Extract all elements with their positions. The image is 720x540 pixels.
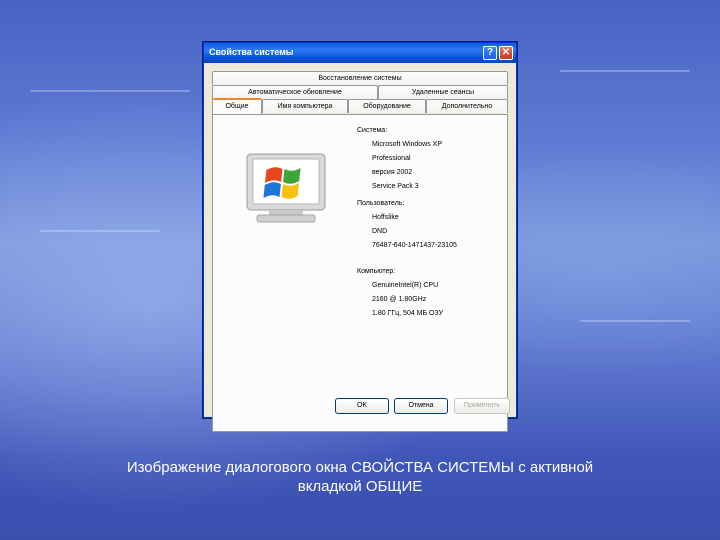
system-edition: Professional <box>372 155 411 162</box>
system-properties-dialog: Свойства системы ? ✕ Восстановление сист… <box>203 42 517 432</box>
tab-system-restore[interactable]: Восстановление системы <box>212 71 508 85</box>
title-bar[interactable]: Свойства системы ? ✕ <box>204 43 516 63</box>
ok-button[interactable]: OK <box>335 398 389 414</box>
tab-hardware[interactable]: Оборудование <box>348 99 426 113</box>
close-icon: ✕ <box>501 47 511 58</box>
tab-general[interactable]: Общие <box>212 98 262 114</box>
window-title: Свойства системы <box>209 47 294 57</box>
background-streak <box>40 230 160 232</box>
background-streak <box>30 90 190 92</box>
background-streak <box>560 70 690 72</box>
computer-cpu: GenuineIntel(R) CPU <box>372 282 439 289</box>
tab-automatic-updates[interactable]: Автоматическое обновление <box>212 85 378 99</box>
apply-button[interactable]: Применить <box>454 398 510 414</box>
caption-line-1: Изображение диалогового окна СВОЙСТВА СИ… <box>126 459 594 476</box>
caption-line-2: вкладкой ОБЩИЕ <box>297 478 423 495</box>
user-header: Пользователь: <box>357 200 405 207</box>
computer-header: Компьютер: <box>357 268 396 275</box>
user-organization: DND <box>372 228 388 235</box>
system-header: Система: <box>357 127 388 134</box>
help-button[interactable]: ? <box>483 46 497 60</box>
tab-remote-sessions[interactable]: Удаленные сеансы <box>378 85 508 99</box>
user-name: Hoffslike <box>372 214 399 221</box>
system-service-pack: Service Pack 3 <box>372 183 419 190</box>
background-streak <box>580 320 690 322</box>
computer-cpu-frequency: 2160 @ 1.80GHz <box>372 296 427 303</box>
system-version: версия 2002 <box>372 169 413 176</box>
computer-monitor-icon <box>246 153 326 223</box>
cancel-button[interactable]: Отмена <box>394 398 448 414</box>
system-os-name: Microsoft Windows XP <box>372 141 443 148</box>
product-id: 76487-640-1471437-23105 <box>372 242 457 249</box>
computer-memory: 1.80 ГГц, 504 МБ ОЗУ <box>372 310 444 317</box>
help-icon: ? <box>486 47 494 58</box>
tab-computer-name[interactable]: Имя компьютера <box>262 99 348 113</box>
close-button[interactable]: ✕ <box>499 46 513 60</box>
slide-caption: Изображение диалогового окна СВОЙСТВА СИ… <box>40 458 680 496</box>
tab-advanced[interactable]: Дополнительно <box>426 99 508 113</box>
